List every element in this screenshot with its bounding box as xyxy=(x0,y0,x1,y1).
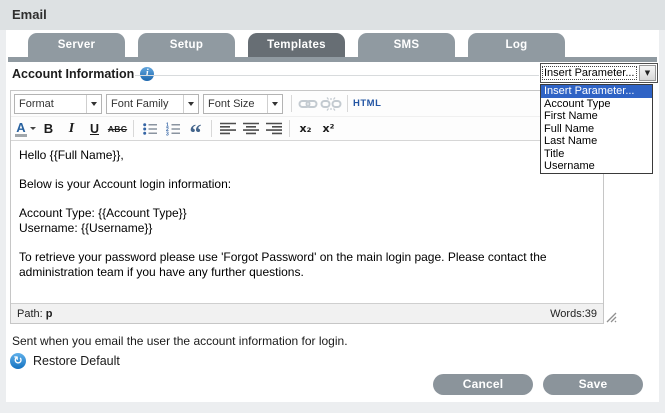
toolbar-separator xyxy=(347,95,348,112)
align-right-icon xyxy=(265,122,282,135)
toolbar-separator xyxy=(291,95,292,112)
unlink-button[interactable] xyxy=(320,94,342,114)
chevron-down-icon xyxy=(29,127,36,130)
tab-strip: Server Setup Templates SMS Log xyxy=(6,33,659,57)
editor-toolbar-row-2: A B I U ABC 123 “ x₂ x² xyxy=(11,116,603,140)
superscript-icon: x² xyxy=(322,122,335,135)
insert-parameter-value: Insert Parameter... xyxy=(542,66,637,80)
menu-item-last-name[interactable]: Last Name xyxy=(541,135,652,148)
word-count: Words:39 xyxy=(550,307,597,320)
info-icon[interactable]: i xyxy=(140,67,155,81)
svg-text:3: 3 xyxy=(166,131,169,136)
chevron-down-icon xyxy=(267,94,282,113)
unlink-icon xyxy=(320,96,342,111)
font-size-select[interactable]: Font Size xyxy=(203,93,283,114)
template-description: Sent when you email the user the account… xyxy=(12,334,348,348)
italic-icon: I xyxy=(68,120,75,136)
bullet-list-button[interactable] xyxy=(139,119,160,139)
tab-sms[interactable]: SMS xyxy=(358,33,455,57)
html-source-label: HTML xyxy=(353,98,382,109)
numbered-list-button[interactable]: 123 xyxy=(162,119,183,139)
chevron-down-icon: ▼ xyxy=(644,69,651,77)
editor-toolbar-row-1: Format Font Family Font Size HTML xyxy=(11,91,603,116)
menu-item-username[interactable]: Username xyxy=(541,160,652,173)
text-color-button[interactable]: A xyxy=(15,119,36,139)
align-center-button[interactable] xyxy=(240,119,261,139)
chevron-down-icon xyxy=(183,94,198,113)
tab-server[interactable]: Server xyxy=(28,33,125,57)
menu-item-first-name[interactable]: First Name xyxy=(541,110,652,123)
tab-setup[interactable]: Setup xyxy=(138,33,235,57)
chevron-down-icon xyxy=(86,94,101,113)
path-label: Path: xyxy=(17,307,46,320)
align-right-button[interactable] xyxy=(263,119,284,139)
strikethrough-button[interactable]: ABC xyxy=(107,119,128,139)
superscript-button[interactable]: x² xyxy=(318,119,339,139)
action-buttons: Cancel Save xyxy=(433,374,643,395)
link-button[interactable] xyxy=(297,94,318,114)
bold-icon: B xyxy=(43,121,54,136)
subscript-button[interactable]: x₂ xyxy=(295,119,316,139)
toolbar-separator xyxy=(133,120,134,137)
font-size-select-label: Font Size xyxy=(208,97,255,110)
restore-default-button[interactable]: ↻ Restore Default xyxy=(10,352,120,370)
text-color-icon: A xyxy=(15,119,27,137)
html-source-button[interactable]: HTML xyxy=(353,94,381,114)
tab-log[interactable]: Log xyxy=(468,33,565,57)
numbered-list-icon: 123 xyxy=(166,122,180,136)
menu-item-account-type[interactable]: Account Type xyxy=(541,98,652,111)
menu-item-title[interactable]: Title xyxy=(541,148,652,161)
editor-path: Path: p xyxy=(17,308,52,320)
bullet-list-icon xyxy=(142,122,157,135)
underline-button[interactable]: U xyxy=(84,119,105,139)
format-select[interactable]: Format xyxy=(14,93,102,114)
menu-item-full-name[interactable]: Full Name xyxy=(541,123,652,136)
format-select-label: Format xyxy=(19,97,54,110)
save-button[interactable]: Save xyxy=(543,374,643,395)
content-panel: Server Setup Templates SMS Log Account I… xyxy=(6,30,659,402)
toolbar-separator xyxy=(211,120,212,137)
strikethrough-icon: ABC xyxy=(107,123,128,134)
blockquote-icon: “ xyxy=(189,120,202,139)
section-heading: Account Information i xyxy=(12,64,155,84)
page-header: Email xyxy=(0,0,665,30)
select-arrow-button[interactable]: ▼ xyxy=(639,65,656,81)
align-left-button[interactable] xyxy=(217,119,238,139)
bold-button[interactable]: B xyxy=(38,119,59,139)
insert-parameter-menu: Insert Parameter... Account Type First N… xyxy=(540,84,653,174)
underline-icon: U xyxy=(89,121,100,136)
editor-status-bar: Path: p Words:39 xyxy=(11,303,603,323)
toolbar-separator xyxy=(289,120,290,137)
cancel-button[interactable]: Cancel xyxy=(433,374,533,395)
rich-text-editor: Format Font Family Font Size HTML A B I … xyxy=(10,90,617,324)
link-icon xyxy=(298,99,317,108)
heading-divider xyxy=(135,75,539,76)
restore-icon: ↻ xyxy=(10,353,26,369)
align-left-icon xyxy=(219,122,236,135)
page-title: Email xyxy=(12,7,47,22)
align-center-icon xyxy=(242,122,259,135)
subscript-icon: x₂ xyxy=(299,122,312,135)
font-family-select-label: Font Family xyxy=(111,97,169,110)
section-title: Account Information xyxy=(12,67,135,81)
path-value: p xyxy=(45,307,53,320)
template-body-textarea[interactable]: Hello {{Full Name}}, Below is your Accou… xyxy=(11,140,603,303)
tab-templates[interactable]: Templates xyxy=(248,33,345,57)
insert-parameter-select[interactable]: Insert Parameter... ▼ xyxy=(540,63,658,83)
menu-item-insert-parameter[interactable]: Insert Parameter... xyxy=(541,85,652,98)
blockquote-button[interactable]: “ xyxy=(185,119,206,139)
restore-default-label: Restore Default xyxy=(33,354,120,368)
font-family-select[interactable]: Font Family xyxy=(106,93,199,114)
italic-button[interactable]: I xyxy=(61,119,82,139)
resize-grip-icon[interactable] xyxy=(604,310,617,323)
tab-underline-bar xyxy=(8,57,657,62)
